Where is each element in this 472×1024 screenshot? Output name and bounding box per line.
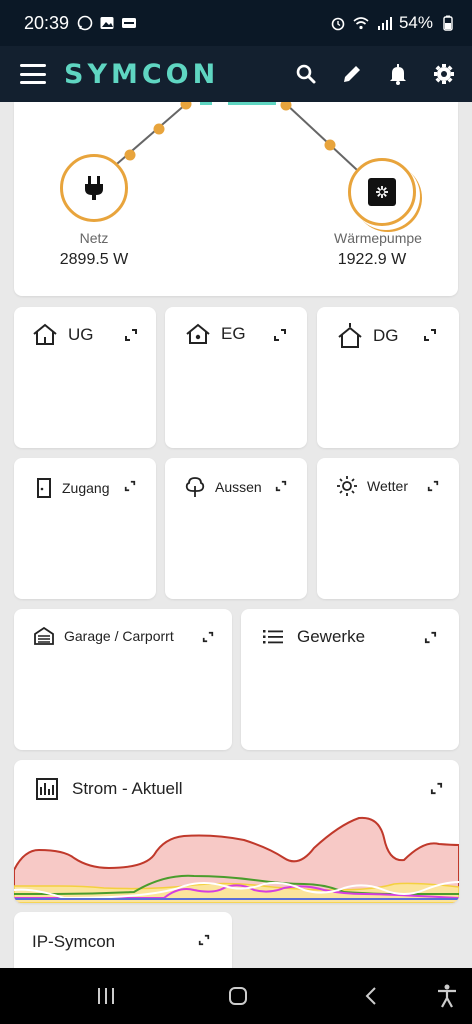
wifi-icon [353, 17, 369, 30]
house-dot-icon [186, 323, 210, 344]
chart-baseline [14, 898, 459, 900]
tile-eg[interactable]: EG [165, 307, 307, 448]
chart-title: Strom - Aktuell [72, 779, 183, 798]
tile-label: EG [221, 324, 246, 343]
battery-percent: 54% [398, 13, 433, 32]
tile-garage[interactable]: Garage / Carporrt [14, 609, 232, 750]
tile-gewerke[interactable]: Gewerke [241, 609, 459, 750]
tree-icon [185, 477, 205, 497]
list-icon [263, 630, 283, 644]
house-up-icon [338, 323, 362, 348]
menu-icon[interactable] [20, 64, 46, 84]
heatpump-value: 1922.9 W [337, 251, 407, 268]
alarm-icon [331, 17, 345, 31]
tile-label: Zugang [62, 480, 110, 496]
grid-label: Netz [79, 230, 109, 246]
system-nav-bar [0, 968, 472, 1024]
whatsapp-icon [77, 15, 93, 31]
door-icon [37, 478, 51, 498]
tile-label: DG [373, 326, 399, 345]
app-notification-icon [122, 18, 137, 28]
garage-icon [34, 627, 54, 645]
search-icon[interactable] [294, 62, 318, 86]
expand-icon[interactable] [124, 480, 136, 492]
energy-flow-card[interactable]: Netz 2899.5 W Wärmepumpe 1922.9 W [14, 102, 458, 296]
status-bar: 20:39 54% [0, 0, 472, 46]
expand-icon[interactable] [427, 480, 439, 492]
gallery-icon [100, 17, 114, 29]
expand-icon[interactable] [202, 631, 214, 643]
expand-icon[interactable] [273, 328, 287, 342]
expand-icon[interactable] [198, 934, 210, 946]
expand-icon[interactable] [430, 782, 443, 795]
tile-label: Gewerke [297, 627, 366, 646]
tile-aussen[interactable]: Aussen [165, 458, 307, 599]
sun-icon [337, 476, 357, 496]
heatpump-label: Wärmepumpe [334, 230, 422, 246]
expand-icon[interactable] [424, 631, 437, 644]
expand-icon[interactable] [275, 480, 287, 492]
tile-zugang[interactable]: Zugang [14, 458, 156, 599]
tile-wetter[interactable]: Wetter [317, 458, 459, 599]
power-chart-card[interactable]: Strom - Aktuell [14, 760, 459, 903]
home-icon[interactable] [228, 986, 248, 1006]
plug-icon [85, 176, 103, 200]
tile-ug[interactable]: UG [14, 307, 156, 448]
power-chart [14, 816, 459, 903]
signal-icon [377, 17, 392, 30]
grid-value: 2899.5 W [59, 251, 129, 268]
tile-label: Garage / Carporrt [64, 628, 174, 644]
battery-icon [443, 15, 453, 31]
grid-node[interactable] [60, 154, 128, 222]
tile-label: Wetter [367, 478, 408, 494]
app-logo: SYMCON [64, 58, 220, 90]
bell-icon[interactable] [386, 62, 410, 86]
back-icon[interactable] [364, 986, 378, 1006]
tile-dg[interactable]: DG [317, 307, 459, 448]
edit-icon[interactable] [340, 62, 364, 86]
expand-icon[interactable] [423, 328, 437, 342]
expand-icon[interactable] [124, 328, 138, 342]
gear-icon[interactable] [432, 62, 456, 86]
tile-label: Aussen [215, 479, 262, 495]
accessibility-icon[interactable] [436, 984, 458, 1008]
tile-label: UG [68, 325, 94, 344]
status-time: 20:39 [24, 12, 70, 33]
recent-apps-icon[interactable] [96, 987, 116, 1005]
card-title: IP-Symcon [32, 932, 116, 951]
heatpump-node[interactable] [348, 158, 416, 226]
power-meter-icon [36, 778, 58, 800]
heatpump-icon [368, 178, 396, 206]
app-bar: SYMCON [0, 46, 472, 102]
house-down-icon [33, 323, 57, 345]
